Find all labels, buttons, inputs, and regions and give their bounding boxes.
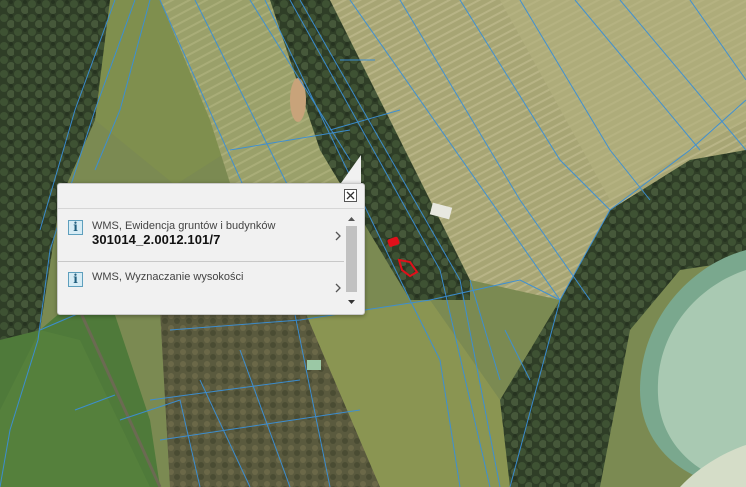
close-button[interactable] xyxy=(344,189,357,202)
popup-header xyxy=(58,184,364,209)
close-icon xyxy=(346,191,355,200)
scroll-thumb[interactable] xyxy=(346,226,357,292)
parcel-id: 301014_2.0012.101/7 xyxy=(92,232,221,247)
chevron-right-icon[interactable] xyxy=(334,283,342,293)
chevron-right-icon[interactable] xyxy=(334,231,342,241)
popup-scrollbar[interactable] xyxy=(345,212,358,308)
result-item-ewidencja[interactable]: i WMS, Ewidencja gruntów i budynków 3010… xyxy=(58,210,344,262)
feature-info-popup: i WMS, Ewidencja gruntów i budynków 3010… xyxy=(57,183,365,315)
result-layer-name: WMS, Ewidencja gruntów i budynków xyxy=(92,220,276,232)
result-item-wysokosc[interactable]: i WMS, Wyznaczanie wysokości xyxy=(58,263,344,310)
scroll-down-arrow-icon[interactable] xyxy=(347,298,356,306)
scroll-up-arrow-icon[interactable] xyxy=(347,215,356,223)
popup-pointer xyxy=(341,155,361,183)
results-list: i WMS, Ewidencja gruntów i budynków 3010… xyxy=(58,210,344,310)
result-layer-name: WMS, Wyznaczanie wysokości xyxy=(92,271,244,283)
info-icon: i xyxy=(68,272,83,287)
info-icon: i xyxy=(68,220,83,235)
